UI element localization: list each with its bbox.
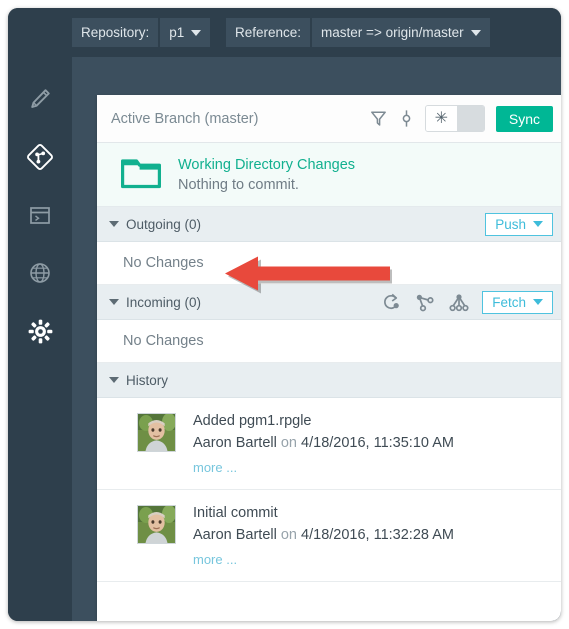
- incoming-title: Incoming (0): [126, 294, 202, 310]
- commit-author: Aaron Bartell: [193, 527, 277, 543]
- repository-dropdown[interactable]: p1: [160, 18, 211, 47]
- left-icon-rail: [8, 57, 72, 621]
- sidebar-item-git[interactable]: [16, 133, 64, 181]
- fetch-button-label: Fetch: [492, 294, 526, 310]
- commit-details: Initial commit Aaron Bartell on 4/18/201…: [193, 505, 454, 567]
- commit-meta: Aaron Bartell on 4/18/2016, 11:32:28 AM: [193, 527, 454, 543]
- commit-more-link[interactable]: more ...: [193, 552, 454, 567]
- gear-icon: [27, 318, 54, 345]
- commit-author: Aaron Bartell: [193, 435, 277, 451]
- main-panel-backdrop: Active Branch (master) ✳ Sync Working Di…: [72, 57, 561, 621]
- top-toolbar: Repository: p1 Reference: master => orig…: [8, 8, 561, 57]
- application-window: Repository: p1 Reference: master => orig…: [8, 8, 561, 621]
- commit-node-icon[interactable]: [399, 109, 414, 128]
- commit-on-word: on: [280, 527, 297, 543]
- reference-dropdown[interactable]: master => origin/master: [312, 18, 490, 47]
- triangle-down-icon: [109, 221, 119, 227]
- avatar: [137, 505, 176, 544]
- reference-label: Reference:: [226, 18, 311, 47]
- push-button-label: Push: [495, 216, 526, 232]
- history-section-header[interactable]: History: [97, 363, 561, 398]
- terminal-window-icon: [27, 202, 53, 228]
- avatar: [137, 413, 176, 452]
- triangle-down-icon: [109, 299, 119, 305]
- git-logo-icon: [24, 141, 56, 173]
- rebase-icon[interactable]: [381, 292, 402, 313]
- merge-icon[interactable]: [448, 292, 470, 313]
- commit-message: Added pgm1.rpgle: [193, 413, 312, 429]
- working-directory-changes-row[interactable]: Working Directory Changes Nothing to com…: [97, 143, 561, 207]
- commit-message: Initial commit: [193, 505, 278, 521]
- working-directory-subtitle: Nothing to commit.: [178, 176, 299, 193]
- chevron-down-icon: [533, 221, 543, 227]
- commit-timestamp: 4/18/2016, 11:32:28 AM: [301, 527, 454, 543]
- asterisk-icon[interactable]: ✳: [425, 106, 457, 131]
- working-directory-text: Working Directory Changes Nothing to com…: [178, 157, 355, 193]
- repository-selector-group: Repository: p1: [72, 18, 211, 47]
- repository-value: p1: [169, 25, 185, 40]
- folder-icon: [121, 156, 161, 194]
- card-header: Active Branch (master) ✳ Sync: [97, 95, 561, 143]
- outgoing-section-header[interactable]: Outgoing (0) Push: [97, 207, 561, 242]
- reference-value: master => origin/master: [321, 25, 464, 40]
- header-tools: ✳ Sync: [369, 105, 553, 132]
- sidebar-item-settings[interactable]: [16, 307, 64, 355]
- toggle-empty-segment[interactable]: [456, 106, 484, 131]
- incoming-actions: Fetch: [381, 290, 553, 314]
- sidebar-item-edit[interactable]: [16, 75, 64, 123]
- outgoing-empty-row: No Changes: [97, 242, 561, 285]
- triangle-down-icon: [109, 377, 119, 383]
- globe-icon: [27, 260, 53, 286]
- push-button[interactable]: Push: [485, 212, 553, 236]
- chevron-down-icon: [533, 299, 543, 305]
- asterisk-toggle[interactable]: ✳: [424, 105, 485, 132]
- commit-list-item[interactable]: Initial commit Aaron Bartell on 4/18/201…: [97, 490, 561, 582]
- active-branch-title: Active Branch (master): [111, 110, 259, 127]
- chevron-down-icon: [470, 29, 481, 36]
- sidebar-item-web[interactable]: [16, 249, 64, 297]
- incoming-empty-row: No Changes: [97, 320, 561, 363]
- commit-list-item[interactable]: Added pgm1.rpgle Aaron Bartell on 4/18/2…: [97, 398, 561, 490]
- working-directory-title: Working Directory Changes: [178, 156, 356, 173]
- sync-button[interactable]: Sync: [495, 105, 553, 132]
- branch-icon[interactable]: [414, 292, 436, 313]
- commit-timestamp: 4/18/2016, 11:35:10 AM: [301, 435, 454, 451]
- chevron-down-icon: [191, 29, 202, 36]
- commit-more-link[interactable]: more ...: [193, 460, 454, 475]
- commit-meta: Aaron Bartell on 4/18/2016, 11:35:10 AM: [193, 435, 454, 451]
- reference-selector-group: Reference: master => origin/master: [226, 18, 490, 47]
- repository-label: Repository:: [72, 18, 159, 47]
- commit-details: Added pgm1.rpgle Aaron Bartell on 4/18/2…: [193, 413, 454, 475]
- filter-funnel-icon[interactable]: [369, 109, 388, 128]
- pencil-icon: [27, 86, 53, 112]
- sidebar-item-console[interactable]: [16, 191, 64, 239]
- outgoing-title: Outgoing (0): [126, 216, 202, 232]
- history-title: History: [126, 372, 169, 388]
- outgoing-actions: Push: [485, 212, 553, 236]
- commit-on-word: on: [280, 435, 297, 451]
- incoming-section-header[interactable]: Incoming (0) Fetch: [97, 285, 561, 320]
- fetch-button[interactable]: Fetch: [482, 290, 553, 314]
- repository-content-card: Active Branch (master) ✳ Sync Working Di…: [97, 95, 561, 621]
